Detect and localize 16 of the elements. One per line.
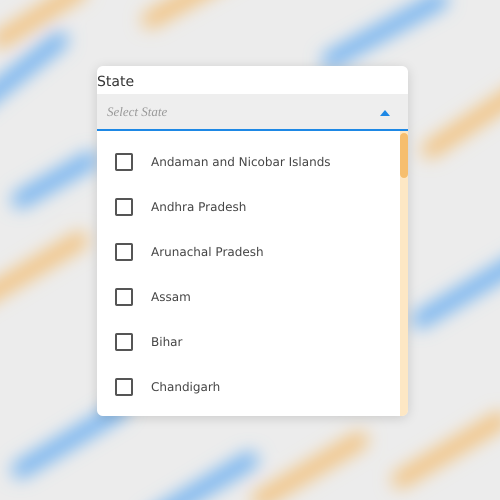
checkbox[interactable] — [115, 242, 133, 260]
checkbox[interactable] — [115, 332, 133, 350]
field-label: State — [97, 73, 134, 92]
scrollbar-thumb[interactable] — [400, 133, 408, 178]
checkbox[interactable] — [115, 152, 133, 170]
option-label[interactable]: Assam — [151, 290, 191, 304]
scrollbar[interactable] — [400, 131, 408, 416]
checkbox[interactable] — [115, 378, 133, 396]
option-label[interactable]: Chandigarh — [151, 380, 220, 394]
option-label[interactable]: Arunachal Pradesh — [151, 244, 264, 258]
option-label[interactable]: Bihar — [151, 334, 182, 348]
option-label[interactable]: Andhra Pradesh — [151, 200, 246, 214]
select-field[interactable]: Select State — [97, 94, 408, 131]
option-label[interactable]: Andaman and Nicobar Islands — [151, 154, 331, 168]
checkbox[interactable] — [115, 288, 133, 306]
checkbox[interactable] — [115, 198, 133, 216]
